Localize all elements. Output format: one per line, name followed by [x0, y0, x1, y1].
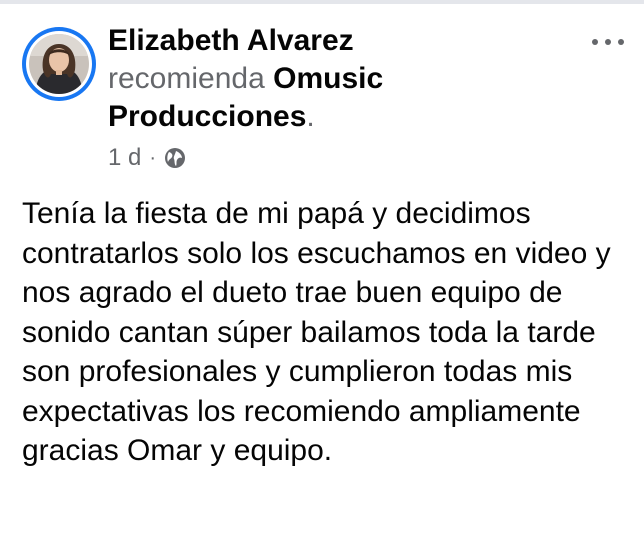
- more-dot: [605, 39, 611, 45]
- more-dot: [618, 39, 624, 45]
- post-header: Elizabeth Alvarez recomienda Omusic Prod…: [108, 22, 578, 136]
- avatar[interactable]: [22, 27, 96, 101]
- author-name[interactable]: Elizabeth Alvarez: [108, 24, 354, 57]
- timestamp[interactable]: 1 d: [108, 144, 141, 172]
- post-meta: 1 d ·: [108, 143, 186, 173]
- recommendation-post: Elizabeth Alvarez recomienda Omusic Prod…: [0, 0, 644, 557]
- post-text: Tenía la fiesta de mi papá y decidimos c…: [22, 197, 611, 467]
- avatar-frame: [26, 31, 92, 97]
- profile-photo: [29, 34, 89, 94]
- more-dot: [592, 39, 598, 45]
- action-text: recomienda: [108, 62, 265, 95]
- meta-separator: ·: [149, 146, 157, 169]
- period: .: [306, 100, 315, 133]
- more-options-button[interactable]: [588, 30, 628, 54]
- globe-icon: [165, 148, 186, 168]
